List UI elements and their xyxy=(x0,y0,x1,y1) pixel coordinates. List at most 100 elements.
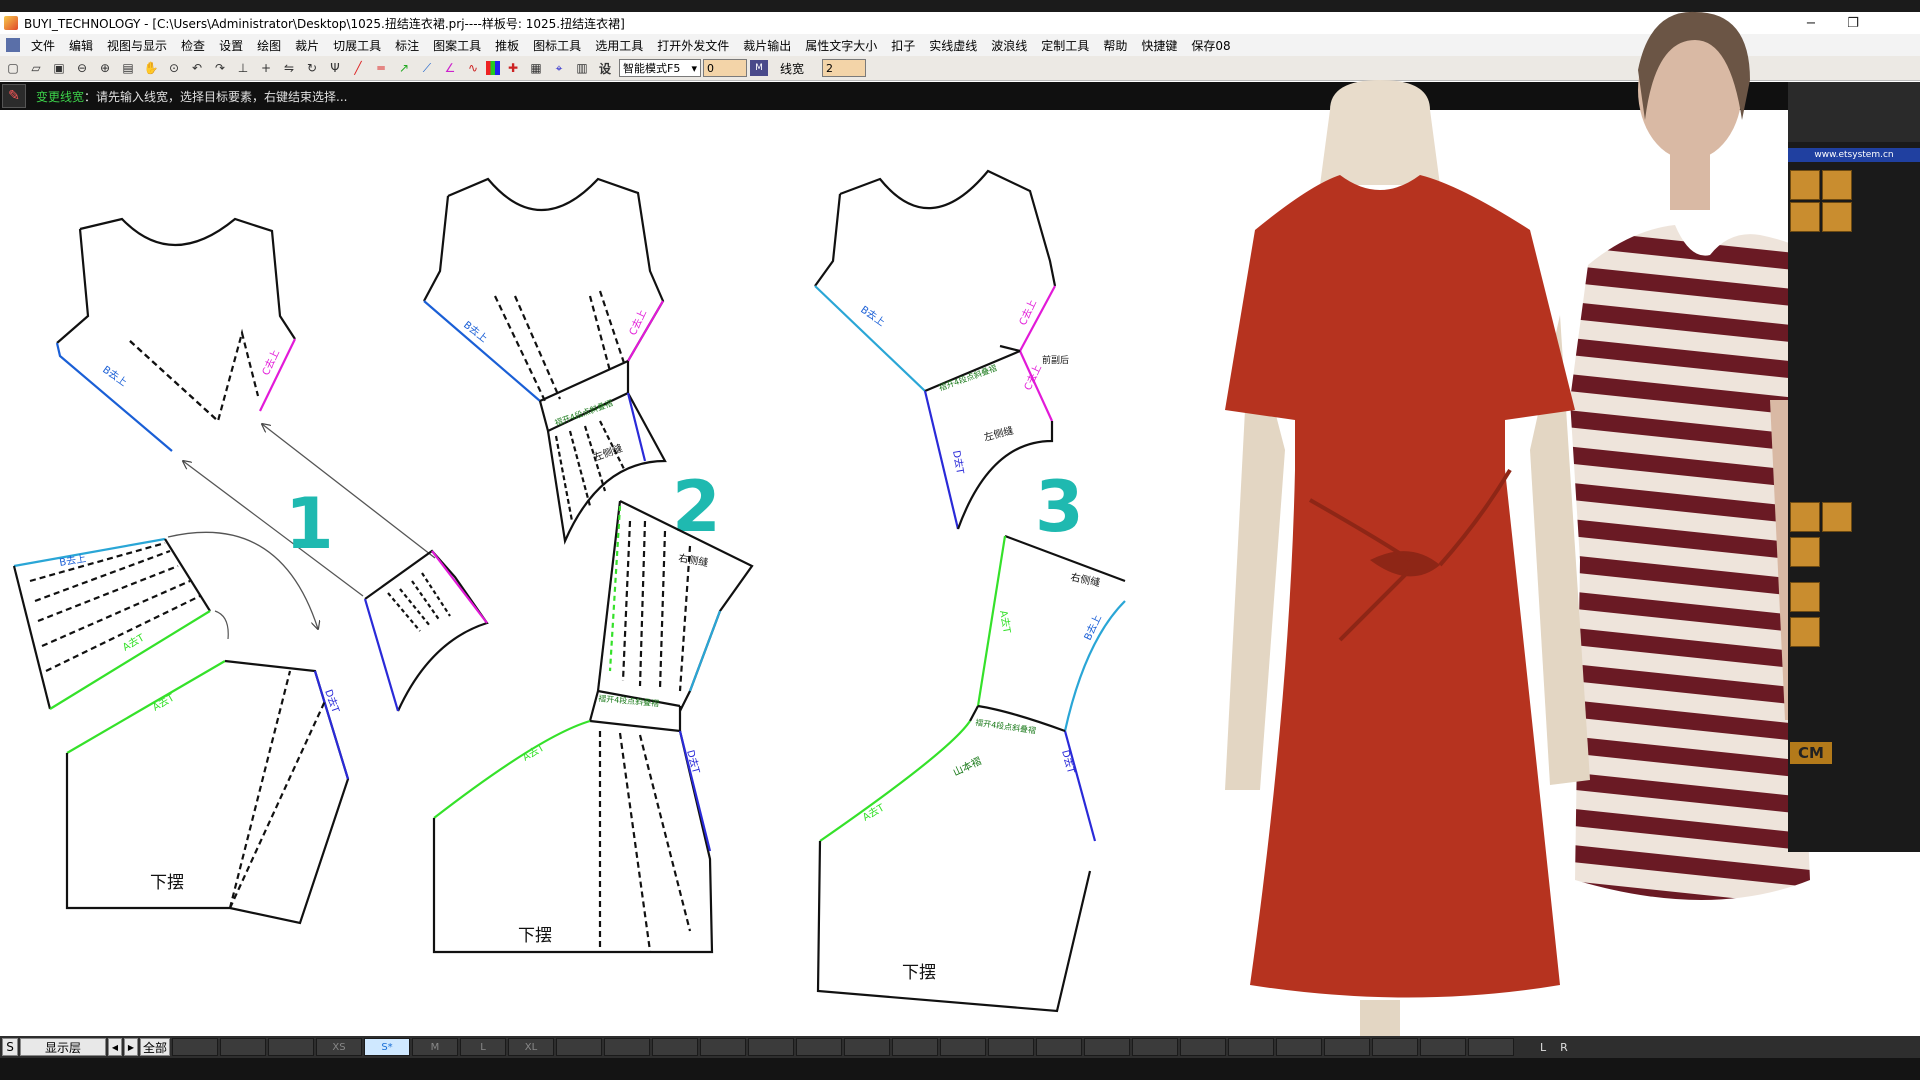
size-slot-empty-21[interactable] xyxy=(1372,1038,1418,1056)
size-slot-empty-15[interactable] xyxy=(1084,1038,1130,1056)
measure-icon[interactable]: ⟋ xyxy=(417,58,437,78)
line-width-icon[interactable]: M xyxy=(750,60,768,76)
menu-view[interactable]: 视图与显示 xyxy=(100,37,174,54)
menu-annotate[interactable]: 标注 xyxy=(388,37,426,54)
size-slot-empty-17[interactable] xyxy=(1180,1038,1226,1056)
size-slot-empty-8[interactable] xyxy=(748,1038,794,1056)
menu-wavy-line[interactable]: 波浪线 xyxy=(984,37,1034,54)
angle-icon[interactable]: ∠ xyxy=(440,58,460,78)
size-slot-empty-3[interactable] xyxy=(268,1038,314,1056)
zoom-in-icon[interactable]: ⊕ xyxy=(95,58,115,78)
size-m[interactable]: M xyxy=(412,1038,458,1056)
menu-file[interactable]: 文件 xyxy=(24,37,62,54)
size-slot-empty-23[interactable] xyxy=(1468,1038,1514,1056)
s-button[interactable]: S xyxy=(2,1038,18,1056)
size-slot-empty-7[interactable] xyxy=(700,1038,746,1056)
menu-grading[interactable]: 推板 xyxy=(488,37,526,54)
menu-buttons[interactable]: 扣子 xyxy=(884,37,922,54)
size-slot-empty-5[interactable] xyxy=(604,1038,650,1056)
settings-icon[interactable]: 设 xyxy=(595,58,615,78)
size-slot-empty-1[interactable] xyxy=(172,1038,218,1056)
menu-slash-spread[interactable]: 切展工具 xyxy=(326,37,388,54)
piece-1-side[interactable] xyxy=(363,549,489,712)
piece-1-skirt[interactable] xyxy=(65,659,350,925)
menu-check[interactable]: 检查 xyxy=(174,37,212,54)
display-layer-button[interactable]: 显示层 xyxy=(20,1038,106,1056)
size-slot-empty-19[interactable] xyxy=(1276,1038,1322,1056)
menu-solid-dashed[interactable]: 实线虚线 xyxy=(922,37,984,54)
rotate-icon[interactable]: ↻ xyxy=(302,58,322,78)
menu-pattern-tools[interactable]: 图案工具 xyxy=(426,37,488,54)
size-slot-empty-13[interactable] xyxy=(988,1038,1034,1056)
redo-icon[interactable]: ↷ xyxy=(210,58,230,78)
sync-icon[interactable]: ⇋ xyxy=(279,58,299,78)
menu-draw[interactable]: 绘图 xyxy=(250,37,288,54)
save-icon[interactable]: ▣ xyxy=(49,58,69,78)
size-slot-empty-2[interactable] xyxy=(220,1038,266,1056)
size-slot-empty-10[interactable] xyxy=(844,1038,890,1056)
ortho-icon[interactable]: ⊥ xyxy=(233,58,253,78)
piece-3-bodice[interactable] xyxy=(814,169,1057,530)
menu-pieces[interactable]: 裁片 xyxy=(288,37,326,54)
size-slot-empty-6[interactable] xyxy=(652,1038,698,1056)
size-slot-empty-18[interactable] xyxy=(1228,1038,1274,1056)
piece-1-bodice[interactable] xyxy=(55,217,296,452)
tool-icon-4[interactable] xyxy=(1822,202,1852,232)
size-slot-empty-11[interactable] xyxy=(892,1038,938,1056)
tool-icon-7[interactable] xyxy=(1790,537,1820,567)
unit-label[interactable]: CM xyxy=(1790,742,1832,764)
size-slot-empty-12[interactable] xyxy=(940,1038,986,1056)
zoom-window-icon[interactable]: ⊙ xyxy=(164,58,184,78)
menu-edit[interactable]: 编辑 xyxy=(62,37,100,54)
line-red-icon[interactable]: ╱ xyxy=(348,58,368,78)
tool-icon-3[interactable] xyxy=(1790,202,1820,232)
piece-1-pleat[interactable] xyxy=(12,537,211,710)
point-icon[interactable]: ✚ xyxy=(503,58,523,78)
size-slot-empty-16[interactable] xyxy=(1132,1038,1178,1056)
value-field[interactable]: 0 xyxy=(703,59,747,77)
menu-piece-output[interactable]: 裁片输出 xyxy=(736,37,798,54)
tool-icon-5[interactable] xyxy=(1790,502,1820,532)
size-slot-empty-14[interactable] xyxy=(1036,1038,1082,1056)
line-width-field[interactable]: 2 xyxy=(822,59,866,77)
undo-icon[interactable]: ↶ xyxy=(187,58,207,78)
size-xs[interactable]: XS xyxy=(316,1038,362,1056)
pattern-canvas[interactable]: B去上 C去上 1 B去上 A去T A去T D去T 下摆 B去上 C去上 褶开4… xyxy=(0,111,1135,1036)
pan-hand-icon[interactable]: ✋ xyxy=(141,58,161,78)
tool-icon-9[interactable] xyxy=(1790,617,1820,647)
arrow-green-icon[interactable]: ↗ xyxy=(394,58,414,78)
tool-icon-2[interactable] xyxy=(1822,170,1852,200)
menu-settings[interactable]: 设置 xyxy=(212,37,250,54)
grid-icon[interactable]: ▦ xyxy=(526,58,546,78)
all-button[interactable]: 全部 xyxy=(140,1038,170,1056)
open-folder-icon[interactable]: ▱ xyxy=(26,58,46,78)
size-slot-empty-20[interactable] xyxy=(1324,1038,1370,1056)
mode-select[interactable]: 智能模式F5 ▾ xyxy=(619,59,701,77)
cross-icon[interactable]: + xyxy=(256,58,276,78)
piece-2-bodice[interactable] xyxy=(423,177,667,545)
fit-view-icon[interactable]: ▤ xyxy=(118,58,138,78)
snap-icon[interactable]: ⌖ xyxy=(549,58,569,78)
size-slot-empty-22[interactable] xyxy=(1420,1038,1466,1056)
zoom-out-icon[interactable]: ⊖ xyxy=(72,58,92,78)
tool-icon-6[interactable] xyxy=(1822,502,1852,532)
table-icon[interactable]: ▥ xyxy=(572,58,592,78)
menu-text-size[interactable]: 属性文字大小 xyxy=(798,37,884,54)
size-slot-empty-9[interactable] xyxy=(796,1038,842,1056)
new-file-icon[interactable]: ▢ xyxy=(3,58,23,78)
menu-optional-tools[interactable]: 选用工具 xyxy=(588,37,650,54)
menu-open-external[interactable]: 打开外发文件 xyxy=(650,37,736,54)
size-xl[interactable]: XL xyxy=(508,1038,554,1056)
menu-custom-tools[interactable]: 定制工具 xyxy=(1034,37,1096,54)
prev-button[interactable]: ◀ xyxy=(108,1038,122,1056)
size-l[interactable]: L xyxy=(460,1038,506,1056)
size-s-active[interactable]: S* xyxy=(364,1038,410,1056)
piece-3-skirt[interactable] xyxy=(816,534,1126,1013)
curve-icon[interactable]: ∿ xyxy=(463,58,483,78)
fork-icon[interactable]: Ψ xyxy=(325,58,345,78)
next-button[interactable]: ▶ xyxy=(124,1038,138,1056)
tool-icon-8[interactable] xyxy=(1790,582,1820,612)
size-slot-empty-4[interactable] xyxy=(556,1038,602,1056)
menu-icon-tools[interactable]: 图标工具 xyxy=(526,37,588,54)
tool-icon-1[interactable] xyxy=(1790,170,1820,200)
